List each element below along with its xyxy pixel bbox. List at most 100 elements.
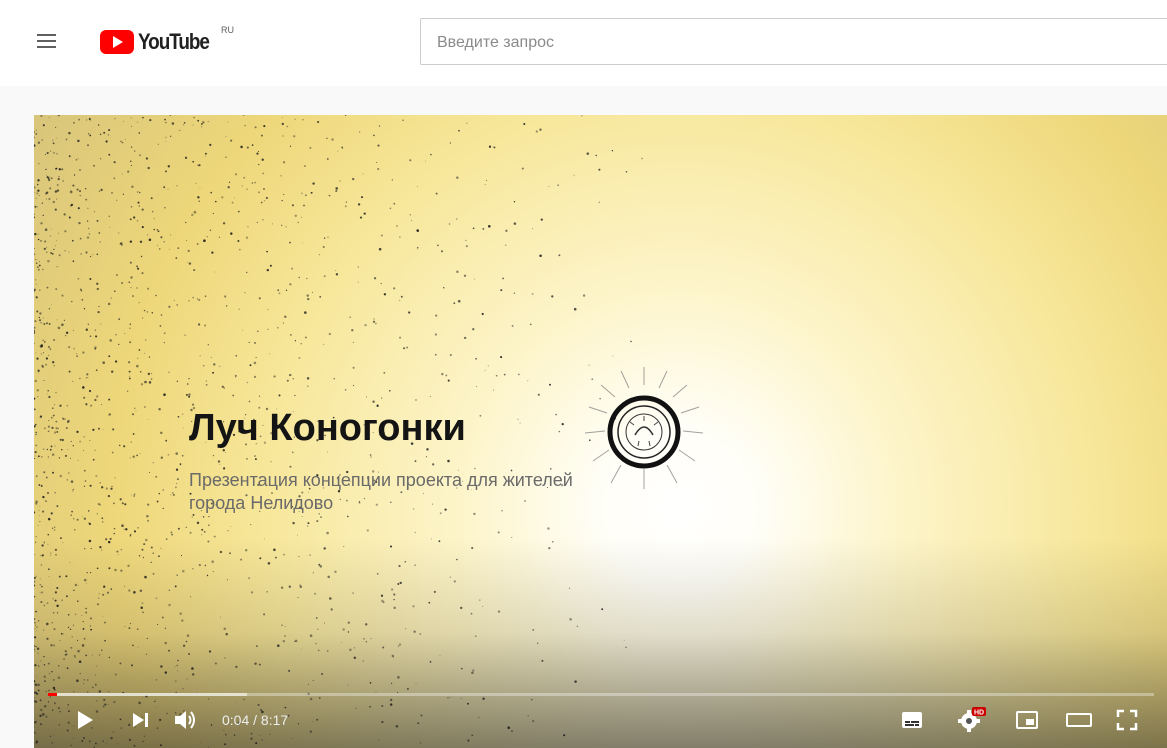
dust-speck: [70, 190, 72, 192]
dust-speck: [416, 186, 418, 188]
search-box[interactable]: [420, 18, 1167, 66]
dust-speck: [256, 221, 258, 224]
dust-speck: [304, 336, 307, 339]
dust-speck: [56, 266, 58, 268]
dust-speck: [51, 303, 52, 305]
dust-speck: [598, 201, 600, 203]
dust-speck: [345, 201, 348, 203]
volume-icon[interactable]: [172, 707, 200, 733]
dust-speck: [51, 426, 54, 430]
dust-speck: [45, 476, 48, 479]
dust-speck: [582, 294, 586, 297]
next-icon[interactable]: [130, 709, 152, 731]
dust-speck: [372, 400, 375, 403]
dust-speck: [391, 179, 393, 181]
dust-speck: [267, 328, 269, 330]
fullscreen-icon[interactable]: [1114, 707, 1140, 733]
dust-speck: [77, 207, 80, 210]
dust-speck: [411, 220, 413, 222]
dust-speck: [131, 413, 135, 416]
dust-speck: [39, 312, 42, 315]
dust-speck: [517, 418, 519, 421]
play-icon[interactable]: [72, 707, 98, 733]
dust-speck: [45, 500, 47, 502]
dust-speck: [87, 227, 90, 230]
dust-speck: [223, 387, 225, 389]
theater-mode-icon[interactable]: [1064, 708, 1094, 732]
dust-speck: [378, 125, 381, 127]
dust-speck: [56, 505, 59, 508]
miniplayer-icon[interactable]: [1014, 708, 1040, 732]
dust-speck: [56, 189, 60, 192]
dust-speck: [409, 159, 412, 162]
dust-speck: [416, 246, 419, 249]
dust-speck: [201, 126, 203, 128]
video-subtitle: Презентация концепции проекта для жителе…: [189, 470, 573, 513]
dust-speck: [115, 334, 117, 336]
youtube-logo[interactable]: YouTube RU: [100, 25, 234, 55]
dust-speck: [55, 288, 58, 291]
dust-speck: [40, 484, 43, 487]
search-input[interactable]: [435, 19, 1159, 66]
dust-speck: [98, 190, 101, 192]
dust-speck: [168, 371, 170, 373]
dust-speck: [85, 377, 88, 379]
dust-speck: [148, 356, 151, 358]
dust-speck: [198, 200, 200, 202]
dust-speck: [48, 116, 50, 119]
dust-speck: [531, 292, 534, 295]
dust-speck: [86, 236, 90, 239]
dust-speck: [359, 216, 363, 219]
video-player[interactable]: Луч Коногонки Презентация концепции прое…: [34, 115, 1167, 748]
dust-speck: [191, 213, 194, 217]
dust-speck: [51, 407, 54, 410]
dust-speck: [50, 445, 53, 448]
dust-speck: [79, 440, 82, 443]
dust-speck: [487, 365, 489, 367]
dust-speck: [111, 370, 114, 373]
dust-speck: [147, 372, 151, 376]
dust-speck: [281, 122, 285, 126]
dust-speck: [37, 141, 41, 144]
dust-speck: [51, 416, 53, 419]
dust-speck: [130, 146, 133, 148]
dust-speck: [443, 287, 445, 289]
subtitles-icon[interactable]: [900, 709, 924, 731]
dust-speck: [95, 369, 98, 371]
dust-speck: [169, 115, 171, 116]
dust-speck: [164, 207, 166, 209]
dust-speck: [307, 525, 309, 527]
dust-speck: [89, 278, 92, 280]
dust-speck: [362, 173, 364, 175]
dust-speck: [170, 234, 171, 236]
dust-speck: [245, 236, 249, 239]
dust-speck: [204, 295, 207, 297]
dust-speck: [34, 326, 36, 329]
dust-speck: [94, 329, 97, 331]
progress-bar[interactable]: [48, 693, 1154, 696]
dust-speck: [87, 323, 89, 325]
dust-speck: [94, 347, 97, 350]
dust-speck: [193, 269, 196, 272]
dust-speck: [518, 373, 520, 376]
dust-speck: [64, 454, 68, 457]
dust-speck: [70, 204, 72, 207]
dust-speck: [144, 352, 145, 354]
dust-speck: [42, 268, 44, 271]
dust-speck: [326, 531, 329, 535]
dust-speck: [573, 174, 575, 176]
dust-speck: [251, 182, 254, 184]
dust-speck: [66, 479, 69, 481]
dust-speck: [198, 323, 201, 326]
dust-speck: [78, 118, 81, 121]
dust-speck: [157, 230, 160, 233]
dust-speck: [81, 298, 84, 301]
settings-icon[interactable]: HD: [956, 705, 988, 733]
dust-speck: [188, 377, 190, 380]
hamburger-menu-icon[interactable]: [34, 30, 62, 54]
dust-speck: [558, 430, 561, 433]
dust-speck: [136, 287, 138, 289]
dust-speck: [54, 491, 57, 494]
dust-speck: [45, 153, 47, 155]
dust-speck: [114, 477, 116, 479]
